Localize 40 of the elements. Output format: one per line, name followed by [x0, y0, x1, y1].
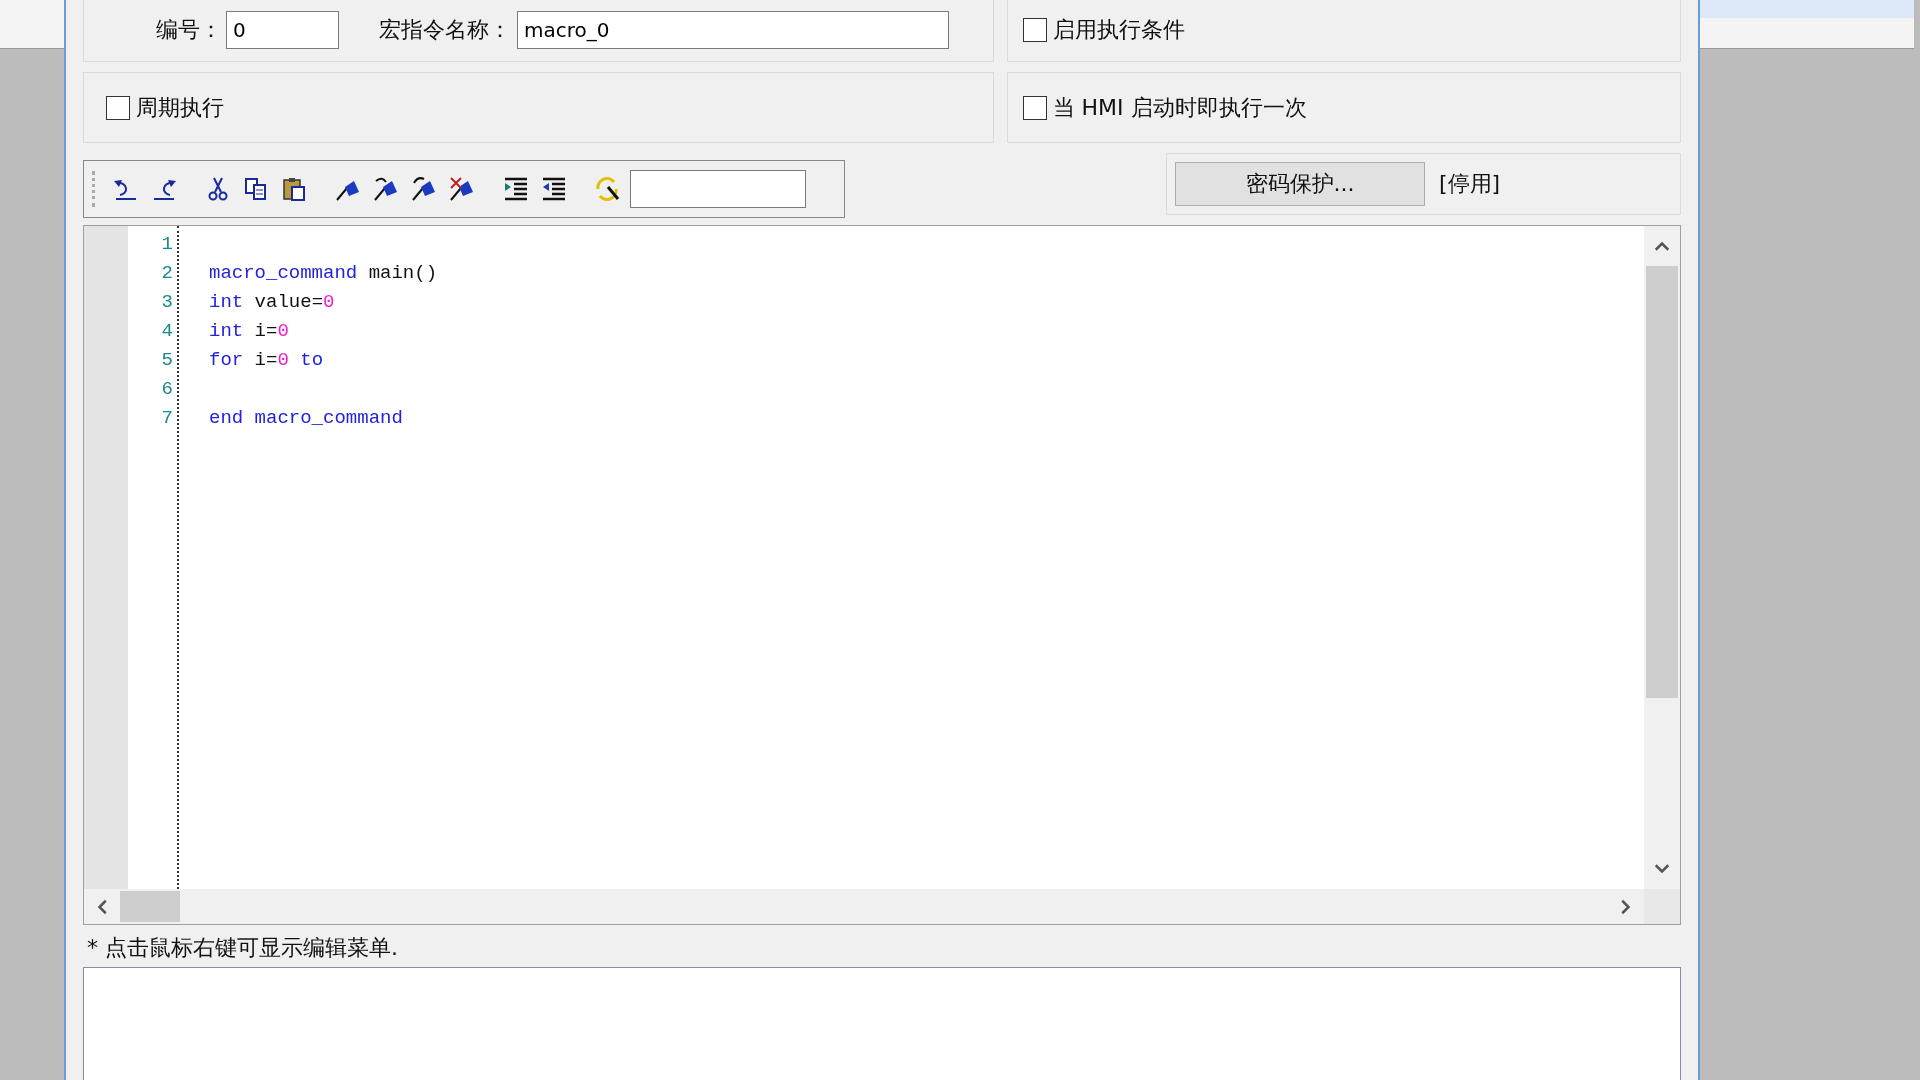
field-label: 宏指令名称：	[379, 16, 511, 44]
checkbox[interactable]	[106, 95, 130, 120]
status-label: [停用]	[1439, 170, 1501, 198]
checkbox[interactable]	[1022, 18, 1047, 42]
line-number: 5	[160, 348, 174, 373]
horizontal-scrollbar[interactable]	[84, 889, 1680, 924]
checkbox-label[interactable]: 启用执行条件	[1052, 15, 1185, 45]
replace-icon[interactable]	[594, 175, 622, 203]
code-line: macro_command main()	[209, 262, 438, 284]
line-number: 2	[160, 261, 174, 286]
line-number: 3	[160, 290, 174, 315]
scrollbar-corner	[1644, 889, 1680, 924]
checkbox-label[interactable]: 周期执行	[136, 92, 224, 123]
indent-icon[interactable]	[502, 175, 530, 203]
vertical-scrollbar[interactable]	[1644, 226, 1680, 889]
password-button[interactable]: 密码保护...	[1175, 162, 1425, 206]
code-line: for i=0 to	[209, 349, 324, 371]
checkbox-label[interactable]: 当 HMI 启动时即执行一次	[1052, 92, 1307, 123]
grip-handle[interactable]	[92, 171, 98, 207]
line-number: 4	[160, 319, 174, 344]
input-field[interactable]: 0	[226, 11, 339, 49]
code-line: int value=0	[209, 291, 335, 313]
input-field[interactable]: macro_0	[517, 11, 949, 49]
line-number: 6	[160, 377, 174, 402]
line-number: 1	[160, 232, 174, 257]
scrollbar-thumb[interactable]	[1646, 266, 1678, 698]
code-line: int i=0	[209, 320, 289, 342]
checkbox[interactable]	[1022, 95, 1047, 120]
code-editor[interactable]: 1 2 3 4 5 6 7 macro_command main() int value=0 int i=0 for i=0 to end macro_command	[83, 225, 1681, 925]
outdent-icon[interactable]	[540, 175, 568, 203]
flag-cross-icon[interactable]	[448, 175, 476, 203]
code-line: end macro_command	[209, 407, 403, 429]
field-label: 编号：	[156, 16, 222, 44]
flag-arrow-icon[interactable]	[410, 175, 438, 203]
scrollbar-thumb[interactable]	[120, 891, 180, 922]
flag-arrow-icon[interactable]	[372, 175, 400, 203]
clipboard-icon[interactable]	[280, 175, 308, 203]
search-field[interactable]	[630, 170, 806, 208]
line-number: 7	[160, 406, 174, 431]
hint-text: * 点击鼠标右键可显示编辑菜单.	[86, 934, 399, 962]
